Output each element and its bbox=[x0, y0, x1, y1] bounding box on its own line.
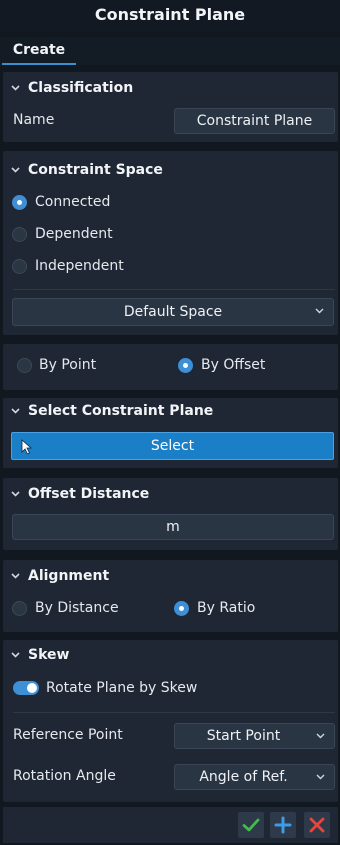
chevron-down-icon bbox=[315, 299, 325, 325]
reference-point-label: Reference Point bbox=[13, 727, 123, 743]
reference-point-dropdown[interactable]: Start Point bbox=[174, 723, 335, 749]
constraint-space-header[interactable]: Constraint Space bbox=[3, 159, 338, 181]
radio-button[interactable] bbox=[17, 358, 32, 373]
radio-label: Independent bbox=[35, 258, 124, 274]
offset-distance-input[interactable]: m bbox=[12, 514, 334, 540]
name-value: Constraint Plane bbox=[196, 113, 313, 129]
section-title: Alignment bbox=[28, 568, 110, 584]
tab-bar: Create bbox=[0, 37, 340, 65]
select-plane-panel: Select Constraint Plane Select bbox=[3, 398, 338, 468]
section-title: Constraint Space bbox=[28, 162, 163, 178]
select-button[interactable]: Select bbox=[11, 432, 334, 460]
rotation-angle-label: Rotation Angle bbox=[13, 768, 116, 784]
section-title: Offset Distance bbox=[28, 486, 150, 502]
section-title: Classification bbox=[28, 80, 134, 96]
radio-button[interactable] bbox=[12, 227, 27, 242]
section-title: Skew bbox=[28, 647, 70, 663]
offset-header[interactable]: Offset Distance bbox=[3, 483, 338, 505]
chevron-down-icon bbox=[11, 159, 21, 181]
cancel-button[interactable] bbox=[304, 812, 330, 838]
radio-label: Dependent bbox=[35, 226, 113, 242]
cursor-arrow-icon bbox=[21, 438, 33, 455]
select-plane-header[interactable]: Select Constraint Plane bbox=[3, 400, 338, 422]
space-dropdown-value: Default Space bbox=[123, 304, 223, 320]
select-button-label: Select bbox=[150, 438, 195, 454]
reference-point-value: Start Point bbox=[206, 728, 281, 744]
footer-bar bbox=[3, 807, 338, 843]
rotation-angle-dropdown[interactable]: Angle of Ref. bbox=[174, 764, 335, 790]
ok-button[interactable] bbox=[238, 812, 264, 838]
chevron-down-icon bbox=[11, 483, 21, 505]
classification-panel: Classification Name Constraint Plane bbox=[3, 72, 338, 142]
alignment-panel: Alignment By Distance By Ratio bbox=[3, 560, 338, 632]
add-button[interactable] bbox=[270, 812, 296, 838]
mode-panel: By Point By Offset bbox=[3, 344, 338, 390]
check-icon bbox=[242, 818, 260, 832]
plus-icon bbox=[274, 816, 292, 834]
radio-label: By Offset bbox=[201, 357, 266, 373]
divider bbox=[13, 712, 335, 713]
chevron-down-icon bbox=[11, 77, 21, 99]
skew-header[interactable]: Skew bbox=[3, 644, 338, 666]
name-label: Name bbox=[13, 112, 55, 128]
chevron-down-icon bbox=[316, 724, 326, 748]
chevron-down-icon bbox=[316, 765, 326, 789]
tab-create[interactable]: Create bbox=[2, 37, 76, 65]
classification-header[interactable]: Classification bbox=[3, 77, 338, 99]
constraint-space-panel: Constraint Space Connected Dependent Ind… bbox=[3, 151, 338, 335]
radio-button[interactable] bbox=[12, 195, 27, 210]
radio-label: By Point bbox=[39, 357, 97, 373]
divider bbox=[13, 289, 335, 290]
radio-button[interactable] bbox=[178, 358, 193, 373]
chevron-down-icon bbox=[11, 400, 21, 422]
radio-label: By Ratio bbox=[197, 600, 256, 616]
chevron-down-icon bbox=[11, 565, 21, 587]
skew-panel: Skew Rotate Plane by Skew Reference Poin… bbox=[3, 640, 338, 802]
rotation-angle-value: Angle of Ref. bbox=[199, 769, 288, 785]
alignment-header[interactable]: Alignment bbox=[3, 565, 338, 587]
close-icon bbox=[309, 817, 325, 833]
section-title: Select Constraint Plane bbox=[28, 403, 214, 419]
radio-button[interactable] bbox=[174, 601, 189, 616]
radio-button[interactable] bbox=[12, 259, 27, 274]
space-dropdown[interactable]: Default Space bbox=[12, 298, 334, 326]
window-title: Constraint Plane bbox=[0, 0, 340, 32]
radio-button[interactable] bbox=[12, 601, 27, 616]
radio-label: By Distance bbox=[35, 600, 119, 616]
name-field[interactable]: Constraint Plane bbox=[174, 108, 335, 134]
rotate-by-skew-toggle[interactable] bbox=[13, 681, 39, 695]
radio-label: Connected bbox=[35, 194, 111, 210]
chevron-down-icon bbox=[11, 644, 21, 666]
offset-panel: Offset Distance m bbox=[3, 478, 338, 550]
toggle-label: Rotate Plane by Skew bbox=[46, 680, 198, 696]
offset-unit: m bbox=[166, 519, 180, 535]
